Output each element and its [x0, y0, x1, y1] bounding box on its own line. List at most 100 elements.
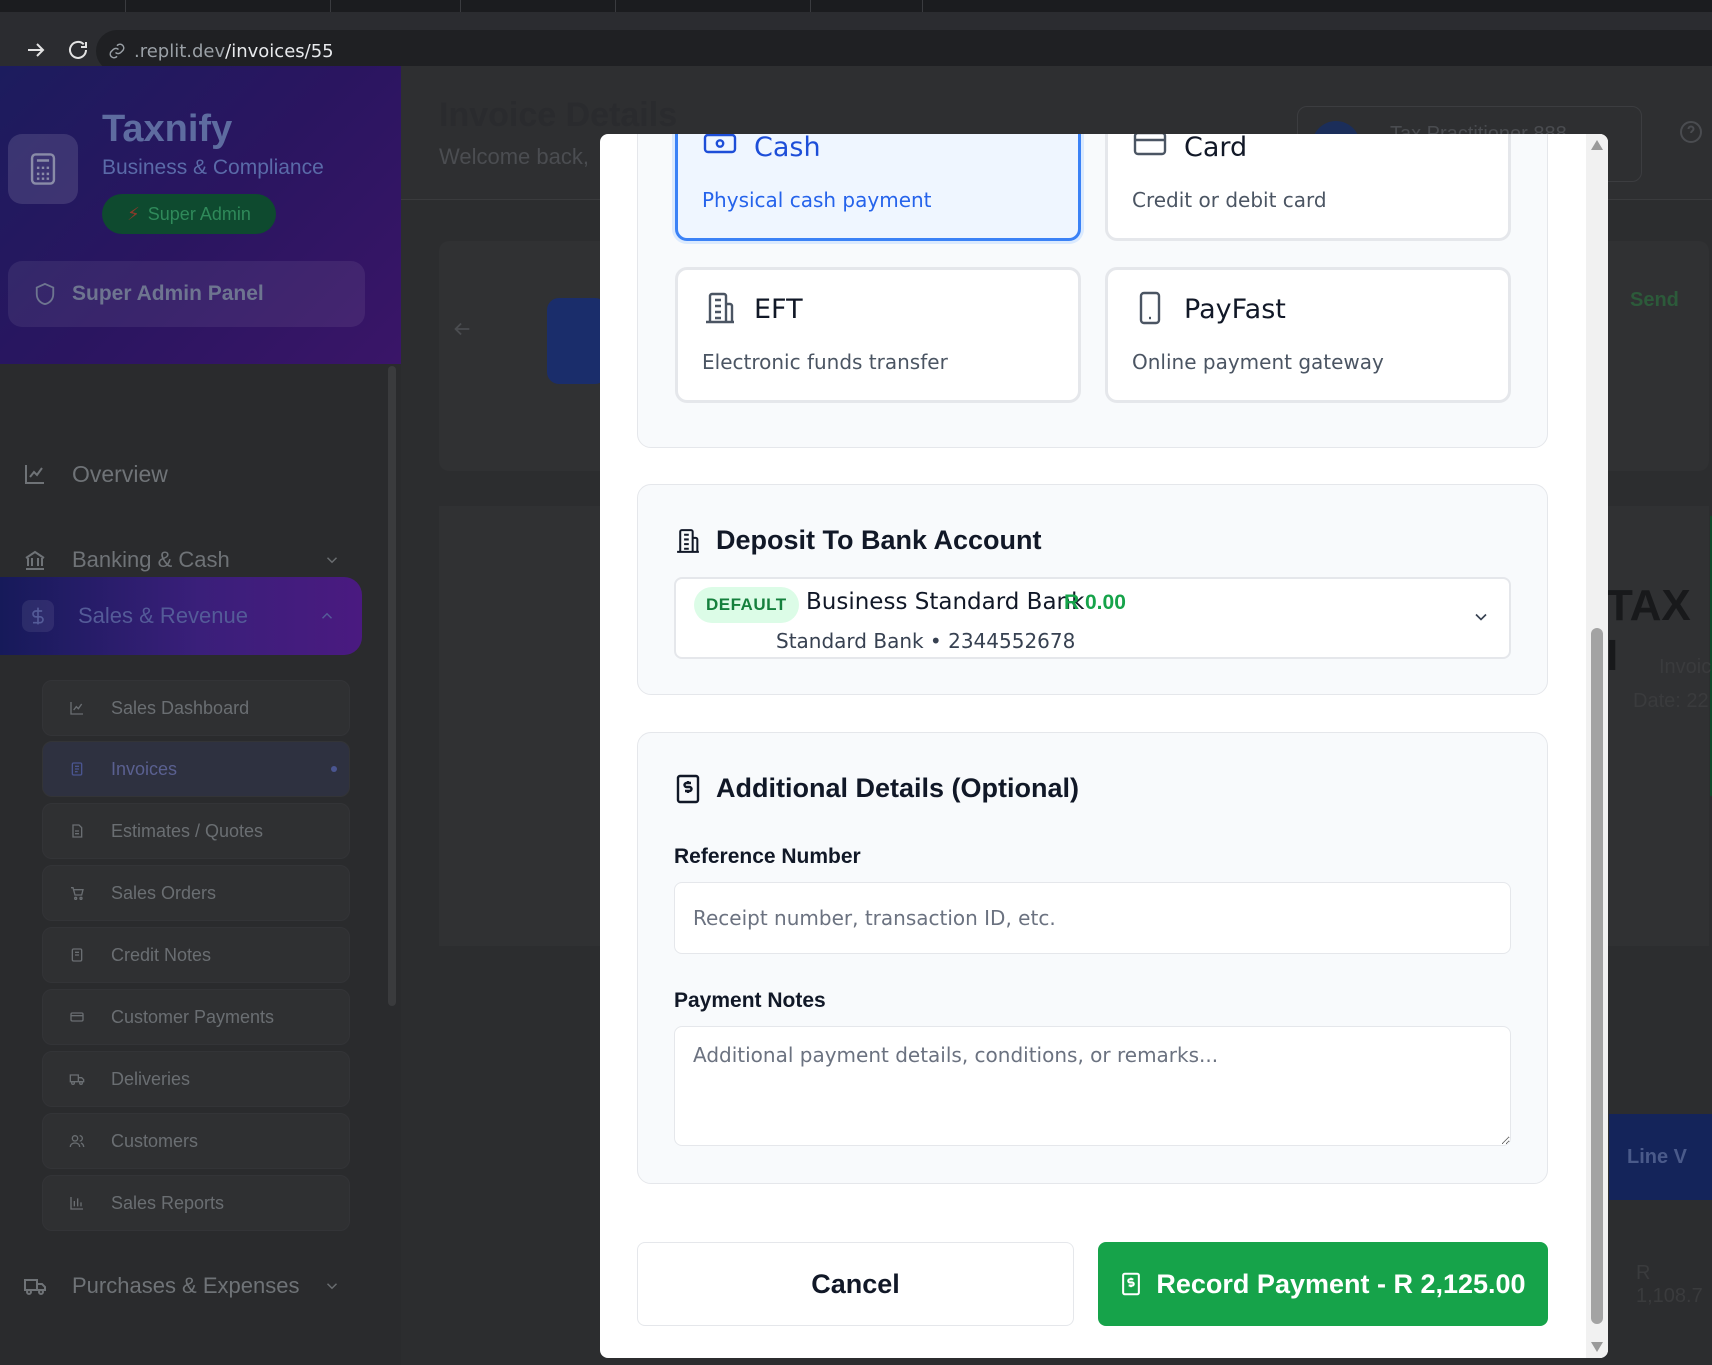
link-icon — [108, 42, 126, 60]
chart-line-icon — [67, 700, 87, 716]
subnav-label: Estimates / Quotes — [111, 820, 264, 841]
subnav-label: Sales Reports — [111, 1192, 225, 1213]
send-button[interactable]: Send — [1630, 289, 1679, 312]
smartphone-icon — [1132, 290, 1168, 326]
subnav-sales-dashboard[interactable]: Sales Dashboard — [42, 680, 350, 736]
bank-icon — [20, 548, 50, 572]
subnav-label: Customer Payments — [111, 1006, 275, 1027]
subnav-label: Customers — [111, 1130, 199, 1151]
credit-card-icon — [67, 1009, 87, 1025]
deposit-title: Deposit To Bank Account — [674, 525, 1042, 556]
sidebar-item-purchases[interactable]: Purchases & Expenses — [20, 1258, 365, 1314]
payment-notes-label: Payment Notes — [674, 989, 826, 1012]
brand-name: Taxnify — [102, 108, 233, 150]
payment-method-title: Card — [1184, 134, 1248, 163]
brand-header: Taxnify Business & Compliance ⚡ Super Ad… — [0, 66, 401, 364]
payment-method-card[interactable]: Card Credit or debit card — [1105, 134, 1511, 241]
chevron-up-icon — [318, 607, 336, 625]
payment-method-title: Cash — [754, 134, 821, 163]
payment-method-eft[interactable]: EFT Electronic funds transfer — [675, 267, 1081, 403]
subnav-customers[interactable]: Customers — [42, 1113, 350, 1169]
building-icon — [702, 290, 738, 326]
payment-method-payfast[interactable]: PayFast Online payment gateway — [1105, 267, 1511, 403]
brand-subtitle: Business & Compliance — [102, 156, 324, 179]
additional-details-label: Additional Details (Optional) — [716, 773, 1079, 803]
active-dot — [331, 766, 337, 772]
payment-method-title: PayFast — [1184, 294, 1286, 325]
chart-line-icon — [20, 462, 50, 486]
shield-icon — [34, 282, 56, 306]
additional-details-title: Additional Details (Optional) — [674, 773, 1079, 804]
subnav-credit-notes[interactable]: Credit Notes — [42, 927, 350, 983]
calculator-icon — [8, 134, 78, 204]
receipt-icon — [674, 774, 702, 804]
cancel-button[interactable]: Cancel — [637, 1242, 1074, 1326]
subnav-estimates[interactable]: Estimates / Quotes — [42, 803, 350, 859]
payment-notes-textarea[interactable] — [674, 1026, 1511, 1146]
sidebar: Taxnify Business & Compliance ⚡ Super Ad… — [0, 66, 401, 1365]
page-title: Invoice Details — [439, 96, 678, 134]
subnav-sales-orders[interactable]: Sales Orders — [42, 865, 350, 921]
deposit-title-label: Deposit To Bank Account — [716, 525, 1042, 555]
sidebar-scrollbar[interactable] — [388, 366, 396, 1006]
modal-scrollbar[interactable] — [1586, 134, 1608, 1358]
scrollbar-thumb[interactable] — [1591, 628, 1603, 1324]
bar-chart-icon — [67, 1195, 87, 1211]
banknote-icon — [702, 134, 738, 158]
dollar-icon — [22, 600, 54, 632]
truck-icon — [67, 1071, 87, 1087]
browser-tab[interactable] — [615, 0, 810, 12]
browser-toolbar: .replit.dev/invoices/55 — [0, 12, 1712, 72]
bank-account-name: Business Standard Bank — [806, 589, 1085, 615]
reference-number-label: Reference Number — [674, 845, 861, 868]
zap-icon: ⚡ — [127, 203, 140, 224]
additional-details-section: Additional Details (Optional) Reference … — [637, 732, 1548, 1184]
receipt-icon — [1120, 1272, 1142, 1296]
browser-tab[interactable] — [810, 0, 922, 12]
arrow-left-icon[interactable] — [451, 318, 473, 340]
sidebar-item-sales[interactable]: Sales & Revenue — [0, 577, 362, 655]
forward-icon[interactable] — [24, 38, 48, 62]
page-subtitle: Welcome back, — [439, 144, 589, 169]
chevron-down-icon — [323, 1277, 341, 1295]
building-icon — [674, 527, 702, 555]
subnav-customer-payments[interactable]: Customer Payments — [42, 989, 350, 1045]
super-admin-panel-label: Super Admin Panel — [72, 282, 264, 305]
users-icon — [67, 1133, 87, 1149]
line-items-header: Line V — [1609, 1114, 1712, 1200]
payment-method-desc: Electronic funds transfer — [702, 350, 948, 374]
bank-account-select[interactable]: DEFAULT Business Standard Bank R 0.00 St… — [674, 577, 1511, 659]
sidebar-item-label: Overview — [72, 460, 168, 487]
payment-method-cash[interactable]: Cash Physical cash payment — [675, 134, 1081, 241]
payment-method-section: Cash Physical cash payment Card Credit o… — [637, 134, 1548, 448]
file-icon — [67, 823, 87, 839]
browser-tab[interactable] — [460, 0, 615, 12]
sidebar-item-label: Purchases & Expenses — [72, 1273, 300, 1298]
subnav-label: Credit Notes — [111, 944, 212, 965]
browser-tab[interactable] — [125, 0, 330, 12]
role-badge-label: Super Admin — [147, 203, 251, 224]
reload-icon[interactable] — [66, 38, 90, 62]
scroll-down-icon[interactable] — [1591, 1342, 1603, 1352]
role-badge: ⚡ Super Admin — [102, 194, 276, 234]
scroll-up-icon[interactable] — [1591, 140, 1603, 150]
record-payment-button[interactable]: Record Payment - R 2,125.00 — [1098, 1242, 1548, 1326]
line-amount: R 1,108.7 — [1636, 1262, 1703, 1307]
reference-number-input[interactable] — [674, 882, 1511, 954]
payment-method-desc: Physical cash payment — [702, 188, 932, 212]
super-admin-panel-button[interactable]: Super Admin Panel — [8, 261, 365, 327]
subnav-invoices[interactable]: Invoices — [42, 741, 350, 797]
sidebar-item-overview[interactable]: Overview — [20, 446, 365, 502]
cart-icon — [67, 885, 87, 901]
browser-tabstrip — [0, 0, 1712, 12]
chevron-down-icon — [1471, 607, 1491, 627]
browser-tab[interactable] — [922, 0, 1052, 12]
help-icon[interactable] — [1679, 120, 1703, 144]
payment-method-title: EFT — [754, 294, 803, 325]
invoice-icon — [547, 298, 607, 384]
subnav-deliveries[interactable]: Deliveries — [42, 1051, 350, 1107]
subnav-label: Invoices — [111, 758, 178, 779]
subnav-sales-reports[interactable]: Sales Reports — [42, 1175, 350, 1231]
browser-tab[interactable] — [330, 0, 460, 12]
url-text: .replit.dev/invoices/55 — [134, 40, 334, 62]
